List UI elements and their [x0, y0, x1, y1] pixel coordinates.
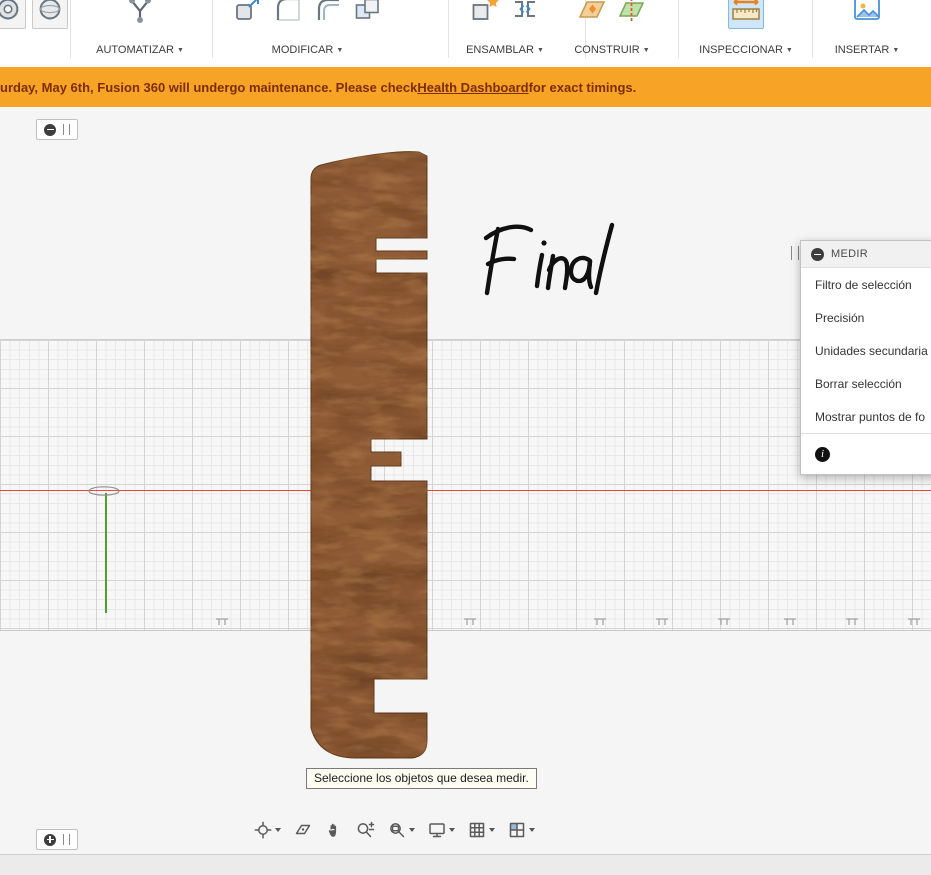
chevron-down-icon: ▼ [642, 47, 650, 54]
drag-grip-icon[interactable] [63, 124, 70, 135]
joint-icon[interactable] [508, 0, 542, 27]
look-at-icon [295, 824, 311, 835]
info-icon[interactable]: i [815, 446, 830, 462]
collapse-minus-icon[interactable] [44, 123, 56, 136]
menu-ensamblar[interactable]: ENSAMBLAR ▼ [440, 44, 570, 56]
chevron-down-icon [529, 828, 535, 832]
press-pull-icon[interactable] [231, 0, 265, 27]
new-component-icon[interactable] [468, 0, 502, 27]
zoom-icon [357, 821, 375, 838]
viewports-icon [509, 822, 525, 838]
maintenance-banner: urday, May 6th, Fusion 360 will undergo … [0, 67, 931, 107]
zoom-button[interactable] [354, 819, 377, 841]
orbit-button[interactable] [252, 819, 283, 841]
pan-button[interactable] [323, 819, 345, 841]
panel-drag-grip[interactable] [791, 246, 799, 260]
chevron-down-icon: ▼ [785, 47, 793, 54]
measure-dialog: MEDIR Filtro de selección Precisión Unid… [800, 240, 931, 475]
toolbar-group-inspeccionar: INSPECCIONAR ▼ [685, 0, 807, 67]
insert-image-icon[interactable] [850, 0, 884, 27]
toolbar-group-automatizar: AUTOMATIZAR ▼ [75, 0, 205, 67]
menu-insertar[interactable]: INSERTAR ▼ [815, 44, 919, 56]
drag-grip-icon[interactable] [63, 834, 70, 845]
show-snap-points-label: Mostrar puntos de fo [815, 409, 926, 424]
toolbar-group-ensamblar: ENSAMBLAR ▼ [440, 0, 570, 67]
banner-text: urday, May 6th, Fusion 360 will undergo … [0, 79, 418, 95]
menu-inspeccionar[interactable]: INSPECCIONAR ▼ [685, 44, 807, 56]
timeline-expand-handle[interactable] [36, 829, 78, 850]
grid-settings-button[interactable] [466, 819, 497, 841]
pan-hand-icon [328, 823, 337, 837]
chevron-down-icon: ▼ [176, 47, 184, 54]
clear-selection-button[interactable]: Borrar selección [801, 367, 931, 400]
torus-tool-icon[interactable] [0, 0, 26, 29]
grid-icon [469, 822, 485, 838]
secondary-units-label: Unidades secundaria [815, 343, 928, 358]
toolbar-separator [70, 0, 71, 58]
measure-dialog-header[interactable]: MEDIR [801, 241, 931, 268]
chevron-down-icon: ▼ [536, 47, 544, 54]
sphere-tool-icon[interactable] [32, 0, 68, 29]
measure-dialog-footer: i [801, 433, 931, 474]
fit-view-button[interactable] [386, 819, 417, 841]
chevron-down-icon [449, 828, 455, 832]
look-at-button[interactable] [292, 819, 314, 841]
wood-panel-body[interactable] [310, 151, 428, 759]
display-settings-icon [429, 823, 445, 838]
canvas-graphics: Final [88, 151, 920, 759]
fillet-icon[interactable] [271, 0, 305, 27]
measure-dialog-title: MEDIR [831, 248, 868, 260]
banner-text-suffix: for exact timings. [528, 79, 637, 95]
toolbar-separator [212, 0, 213, 58]
toolbar-separator [812, 0, 813, 58]
health-dashboard-link[interactable]: Health Dashboard [417, 80, 528, 95]
toolbar-separator [678, 0, 679, 58]
toolbar-group-create [0, 0, 72, 67]
ribbon-toolbar: AUTOMATIZAR ▼ MODIFICAR ▼ ENSAMBLAR ▼ CO… [0, 0, 931, 68]
chevron-down-icon [409, 828, 415, 832]
orbit-icon [254, 821, 272, 839]
expand-plus-icon[interactable] [44, 833, 56, 846]
chevron-down-icon: ▼ [892, 47, 900, 54]
view-navigation-bar [252, 819, 537, 841]
display-settings-button[interactable] [426, 819, 457, 841]
selection-filter-label: Filtro de selección [815, 277, 912, 292]
fusion-360-window: AUTOMATIZAR ▼ MODIFICAR ▼ ENSAMBLAR ▼ CO… [0, 0, 931, 875]
status-bar [0, 854, 931, 875]
browser-collapse-handle[interactable] [36, 119, 78, 140]
menu-construir[interactable]: CONSTRUIR ▼ [552, 44, 672, 56]
menu-modificar[interactable]: MODIFICAR ▼ [215, 44, 400, 56]
fit-view-icon [390, 823, 405, 838]
measure-tooltip: Seleccione los objetos que desea medir. [306, 768, 537, 789]
viewports-button[interactable] [506, 819, 537, 841]
chevron-down-icon [275, 828, 281, 832]
chevron-down-icon: ▼ [336, 47, 344, 54]
chevron-down-icon [489, 828, 495, 832]
split-body-icon[interactable] [615, 0, 649, 27]
toolbar-group-modificar: MODIFICAR ▼ [215, 0, 400, 67]
automation-branch-icon[interactable] [123, 0, 157, 27]
toolbar-group-construir: CONSTRUIR ▼ [552, 0, 672, 67]
collapse-panel-icon[interactable] [811, 247, 824, 261]
construction-plane-icon[interactable] [575, 0, 609, 27]
handwritten-annotation: Final [483, 222, 615, 296]
precision-label: Precisión [815, 310, 865, 325]
shell-icon[interactable] [311, 0, 345, 27]
toolbar-group-insertar: INSERTAR ▼ [815, 0, 919, 67]
origin-marker [88, 486, 120, 496]
menu-automatizar[interactable]: AUTOMATIZAR ▼ [75, 44, 205, 56]
combine-icon[interactable] [351, 0, 385, 27]
measure-tool-icon[interactable] [728, 0, 764, 29]
model-viewport[interactable]: Final MEDIR Filtro de selección Precisi [0, 107, 931, 855]
